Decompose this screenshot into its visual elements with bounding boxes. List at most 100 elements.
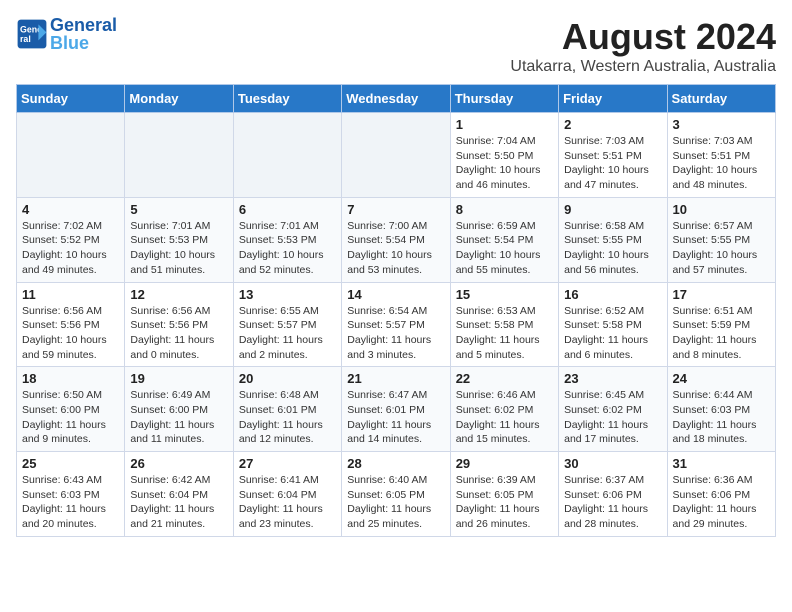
header-monday: Monday [125,85,233,113]
day-info: Sunrise: 6:49 AM Sunset: 6:00 PM Dayligh… [130,388,227,447]
calendar-cell: 15Sunrise: 6:53 AM Sunset: 5:58 PM Dayli… [450,282,558,367]
day-number: 25 [22,456,119,471]
day-info: Sunrise: 7:03 AM Sunset: 5:51 PM Dayligh… [564,134,661,193]
day-number: 31 [673,456,770,471]
day-info: Sunrise: 6:40 AM Sunset: 6:05 PM Dayligh… [347,473,444,532]
calendar-cell [342,113,450,198]
week-row-3: 18 Sunrise: 6:50 AM Sunset: 6:00 PM Dayli… [17,367,776,452]
svg-text:ral: ral [20,34,31,44]
day-number: 4 [22,202,119,217]
calendar-table: SundayMondayTuesdayWednesdayThursdayFrid… [16,84,776,537]
day-number: 28 [347,456,444,471]
calendar-cell: 14Sunrise: 6:54 AM Sunset: 5:57 PM Dayli… [342,282,450,367]
calendar-cell: 9 Sunrise: 6:58 AM Sunset: 5:55 PM Daylig… [559,197,667,282]
calendar-cell: 12 Sunrise: 6:56 AM Sunset: 5:56 PM Dayli… [125,282,233,367]
day-number: 18 [22,371,119,386]
header-saturday: Saturday [667,85,775,113]
header-sunday: Sunday [17,85,125,113]
day-info: Sunrise: 7:04 AM Sunset: 5:50 PM Dayligh… [456,134,553,193]
calendar-cell: 19 Sunrise: 6:49 AM Sunset: 6:00 PM Dayli… [125,367,233,452]
calendar-cell: 3 Sunrise: 7:03 AM Sunset: 5:51 PM Daylig… [667,113,775,198]
calendar-cell: 22Sunrise: 6:46 AM Sunset: 6:02 PM Dayli… [450,367,558,452]
week-row-4: 25Sunrise: 6:43 AM Sunset: 6:03 PM Dayli… [17,452,776,537]
calendar-cell: 13Sunrise: 6:55 AM Sunset: 5:57 PM Dayli… [233,282,341,367]
calendar-cell: 26 Sunrise: 6:42 AM Sunset: 6:04 PM Dayli… [125,452,233,537]
day-number: 12 [130,287,227,302]
header-tuesday: Tuesday [233,85,341,113]
month-year-title: August 2024 [510,16,776,58]
day-number: 20 [239,371,336,386]
calendar-cell: 11Sunrise: 6:56 AM Sunset: 5:56 PM Dayli… [17,282,125,367]
day-info: Sunrise: 6:48 AM Sunset: 6:01 PM Dayligh… [239,388,336,447]
page-header: Gene ral General Blue August 2024 Utakar… [16,16,776,76]
day-number: 2 [564,117,661,132]
calendar-cell: 2 Sunrise: 7:03 AM Sunset: 5:51 PM Daylig… [559,113,667,198]
calendar-cell: 6 Sunrise: 7:01 AM Sunset: 5:53 PM Daylig… [233,197,341,282]
day-info: Sunrise: 7:00 AM Sunset: 5:54 PM Dayligh… [347,219,444,278]
calendar-cell: 21 Sunrise: 6:47 AM Sunset: 6:01 PM Dayli… [342,367,450,452]
day-number: 5 [130,202,227,217]
day-info: Sunrise: 6:58 AM Sunset: 5:55 PM Dayligh… [564,219,661,278]
logo-blue-text: Blue [50,34,117,52]
calendar-cell: 16 Sunrise: 6:52 AM Sunset: 5:58 PM Dayli… [559,282,667,367]
day-number: 9 [564,202,661,217]
header-friday: Friday [559,85,667,113]
calendar-body: 1 Sunrise: 7:04 AM Sunset: 5:50 PM Daylig… [17,113,776,537]
day-number: 29 [456,456,553,471]
day-number: 14 [347,287,444,302]
location-text: Utakarra, Western Australia, Australia [510,58,776,76]
day-number: 8 [456,202,553,217]
day-number: 30 [564,456,661,471]
header-row: SundayMondayTuesdayWednesdayThursdayFrid… [17,85,776,113]
calendar-cell: 27Sunrise: 6:41 AM Sunset: 6:04 PM Dayli… [233,452,341,537]
calendar-cell: 28 Sunrise: 6:40 AM Sunset: 6:05 PM Dayli… [342,452,450,537]
day-number: 26 [130,456,227,471]
calendar-cell [233,113,341,198]
day-number: 3 [673,117,770,132]
day-number: 27 [239,456,336,471]
calendar-cell [125,113,233,198]
day-number: 19 [130,371,227,386]
logo-general-text: General [50,16,117,34]
calendar-cell: 5 Sunrise: 7:01 AM Sunset: 5:53 PM Daylig… [125,197,233,282]
day-info: Sunrise: 6:55 AM Sunset: 5:57 PM Dayligh… [239,304,336,363]
day-info: Sunrise: 6:44 AM Sunset: 6:03 PM Dayligh… [673,388,770,447]
logo-icon: Gene ral [16,18,48,50]
calendar-cell [17,113,125,198]
calendar-cell: 10Sunrise: 6:57 AM Sunset: 5:55 PM Dayli… [667,197,775,282]
calendar-cell: 23 Sunrise: 6:45 AM Sunset: 6:02 PM Dayli… [559,367,667,452]
day-info: Sunrise: 6:50 AM Sunset: 6:00 PM Dayligh… [22,388,119,447]
day-info: Sunrise: 7:02 AM Sunset: 5:52 PM Dayligh… [22,219,119,278]
day-number: 23 [564,371,661,386]
day-info: Sunrise: 7:01 AM Sunset: 5:53 PM Dayligh… [239,219,336,278]
calendar-cell: 31 Sunrise: 6:36 AM Sunset: 6:06 PM Dayli… [667,452,775,537]
day-number: 22 [456,371,553,386]
day-info: Sunrise: 6:56 AM Sunset: 5:56 PM Dayligh… [22,304,119,363]
calendar-cell: 4 Sunrise: 7:02 AM Sunset: 5:52 PM Daylig… [17,197,125,282]
day-number: 15 [456,287,553,302]
calendar-cell: 18 Sunrise: 6:50 AM Sunset: 6:00 PM Dayli… [17,367,125,452]
day-info: Sunrise: 6:42 AM Sunset: 6:04 PM Dayligh… [130,473,227,532]
day-number: 16 [564,287,661,302]
week-row-2: 11Sunrise: 6:56 AM Sunset: 5:56 PM Dayli… [17,282,776,367]
week-row-0: 1 Sunrise: 7:04 AM Sunset: 5:50 PM Daylig… [17,113,776,198]
day-number: 10 [673,202,770,217]
day-info: Sunrise: 6:52 AM Sunset: 5:58 PM Dayligh… [564,304,661,363]
day-info: Sunrise: 6:39 AM Sunset: 6:05 PM Dayligh… [456,473,553,532]
day-number: 7 [347,202,444,217]
calendar-cell: 30 Sunrise: 6:37 AM Sunset: 6:06 PM Dayli… [559,452,667,537]
day-info: Sunrise: 6:56 AM Sunset: 5:56 PM Dayligh… [130,304,227,363]
logo: Gene ral General Blue [16,16,117,52]
calendar-header: SundayMondayTuesdayWednesdayThursdayFrid… [17,85,776,113]
day-info: Sunrise: 7:01 AM Sunset: 5:53 PM Dayligh… [130,219,227,278]
day-info: Sunrise: 6:37 AM Sunset: 6:06 PM Dayligh… [564,473,661,532]
day-info: Sunrise: 6:59 AM Sunset: 5:54 PM Dayligh… [456,219,553,278]
day-info: Sunrise: 6:36 AM Sunset: 6:06 PM Dayligh… [673,473,770,532]
day-info: Sunrise: 7:03 AM Sunset: 5:51 PM Dayligh… [673,134,770,193]
day-number: 1 [456,117,553,132]
calendar-cell: 25Sunrise: 6:43 AM Sunset: 6:03 PM Dayli… [17,452,125,537]
day-info: Sunrise: 6:47 AM Sunset: 6:01 PM Dayligh… [347,388,444,447]
day-number: 21 [347,371,444,386]
day-info: Sunrise: 6:45 AM Sunset: 6:02 PM Dayligh… [564,388,661,447]
day-number: 6 [239,202,336,217]
